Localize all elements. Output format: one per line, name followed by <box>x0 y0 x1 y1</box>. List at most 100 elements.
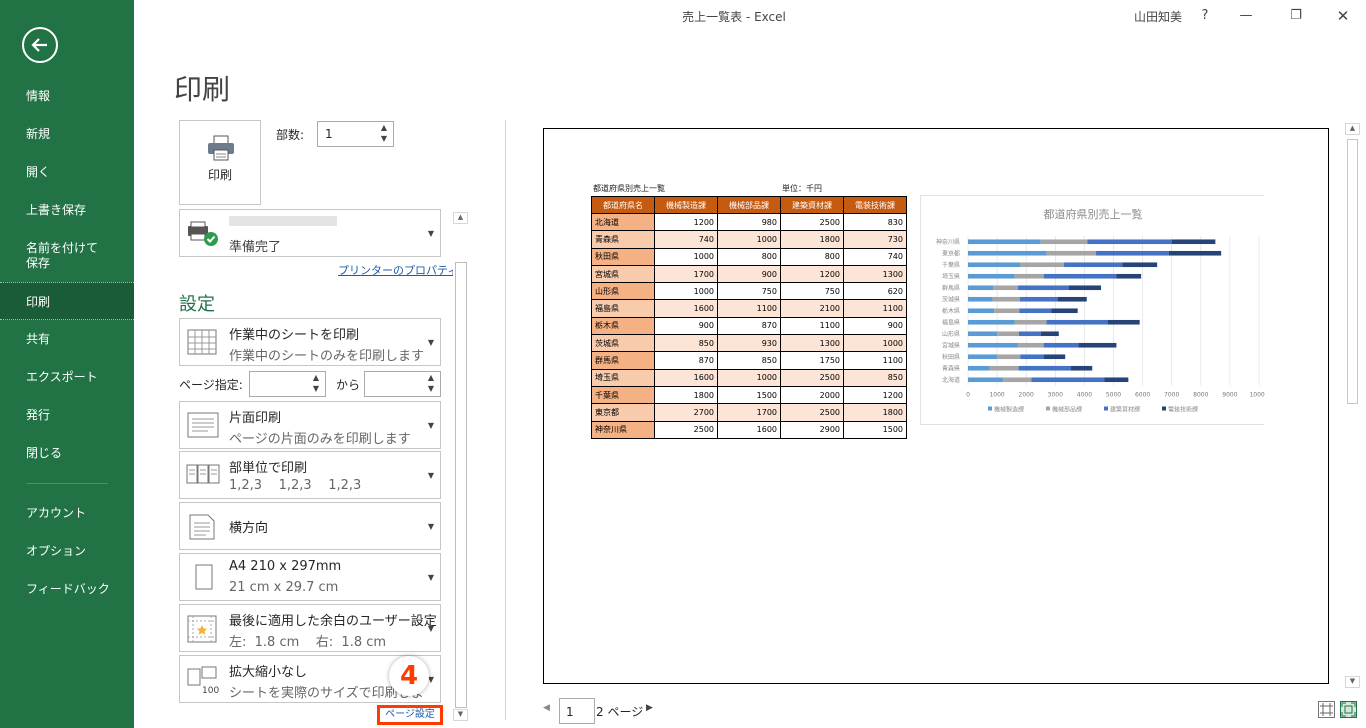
table-header-cell: 電装技術課 <box>843 196 907 214</box>
copies-spinner[interactable]: 1 ▲ ▼ <box>317 121 394 147</box>
printer-properties-link[interactable]: プリンターのプロパティ <box>338 262 458 278</box>
y-tick-label: 茨城県 <box>942 295 960 303</box>
page-setup-link[interactable]: ページ設定 <box>377 705 443 725</box>
scroll-thumb[interactable] <box>455 262 467 708</box>
printer-select[interactable]: 準備完了 ▼ <box>179 209 441 257</box>
nav-feedback[interactable]: フィードバック <box>0 570 134 608</box>
prefecture-cell: 山形県 <box>591 282 655 301</box>
value-cell: 1200 <box>654 212 718 232</box>
minimize-icon[interactable]: — <box>1229 4 1263 28</box>
prefecture-cell: 茨城県 <box>591 334 655 353</box>
nav-new[interactable]: 新規 <box>0 115 134 153</box>
settings-scrollbar[interactable]: ▲ ▼ <box>453 212 468 721</box>
spin-up-icon[interactable]: ▲ <box>311 373 321 383</box>
nav-info[interactable]: 情報 <box>0 77 134 115</box>
nav-save[interactable]: 上書き保存 <box>0 191 134 229</box>
scroll-up-icon[interactable]: ▲ <box>1345 123 1360 135</box>
orientation-select[interactable]: 横方向 ▼ <box>179 502 441 550</box>
prefecture-cell: 北海道 <box>591 212 655 232</box>
zoom-to-page-icon[interactable] <box>1340 701 1357 718</box>
nav-close[interactable]: 閉じる <box>0 434 134 472</box>
close-icon[interactable]: ✕ <box>1326 4 1360 28</box>
nav-publish[interactable]: 発行 <box>0 396 134 434</box>
spin-down-icon[interactable]: ▼ <box>379 134 389 144</box>
chevron-down-icon: ▼ <box>427 338 434 347</box>
chevron-down-icon: ▼ <box>427 522 434 531</box>
spin-down-icon[interactable]: ▼ <box>311 384 321 394</box>
nav-save-as[interactable]: 名前を付けて 保存 <box>0 236 134 276</box>
table-header-cell: 都道府県名 <box>591 196 655 214</box>
value-cell: 800 <box>780 247 844 266</box>
paper-size-select[interactable]: A4 210 x 297mm 21 cm x 29.7 cm ▼ <box>179 553 441 601</box>
print-button-label: 印刷 <box>207 168 232 182</box>
show-margins-icon[interactable] <box>1318 701 1335 718</box>
scroll-thumb[interactable] <box>1347 139 1358 404</box>
collation-select[interactable]: 部単位で印刷 1,2,3 1,2,3 1,2,3 ▼ <box>179 451 441 499</box>
bar-segment <box>1122 262 1158 268</box>
bar-segment <box>1031 377 1105 383</box>
x-tick-label: 5000 <box>1106 392 1121 399</box>
nav-open[interactable]: 開く <box>0 153 134 191</box>
collation-title: 部単位で印刷 <box>229 461 308 476</box>
value-cell: 2500 <box>780 368 844 387</box>
prefecture-cell: 埼玉県 <box>591 368 655 387</box>
restore-icon[interactable]: ❐ <box>1279 4 1313 28</box>
x-tick-label: 3000 <box>1048 392 1063 399</box>
nav-export[interactable]: エクスポート <box>0 358 134 396</box>
settings-heading: 設定 <box>179 294 215 315</box>
user-name[interactable]: 山田知美 <box>1134 8 1182 25</box>
next-page-icon[interactable]: ▶ <box>646 703 653 713</box>
value-cell: 980 <box>717 212 781 232</box>
margins-sub: 左: 1.8 cm 右: 1.8 cm <box>229 635 387 650</box>
nav-print[interactable]: 印刷 <box>0 282 134 320</box>
nav-share[interactable]: 共有 <box>0 320 134 358</box>
back-arrow-icon[interactable] <box>22 27 58 63</box>
bar-segment <box>968 250 1047 256</box>
y-tick-label: 東京都 <box>942 249 960 257</box>
bar-segment <box>1057 296 1087 302</box>
spin-up-icon[interactable]: ▲ <box>379 123 389 133</box>
print-what-select[interactable]: 作業中のシートを印刷 作業中のシートのみを印刷します ▼ <box>179 318 441 366</box>
sides-select[interactable]: 片面印刷 ページの片面のみを印刷します ▼ <box>179 401 441 449</box>
x-tick-label: 2000 <box>1019 392 1034 399</box>
bar-segment <box>1043 273 1117 279</box>
bar-segment <box>1018 365 1072 371</box>
y-tick-label: 群馬県 <box>942 284 960 292</box>
value-cell: 930 <box>717 334 781 353</box>
bar-segment <box>968 331 998 337</box>
spin-up-icon[interactable]: ▲ <box>426 373 436 383</box>
margins-select[interactable]: 最後に適用した余白のユーザー設定 左: 1.8 cm 右: 1.8 cm ▼ <box>179 604 441 652</box>
preview-scrollbar[interactable]: ▲ ▼ <box>1345 123 1360 688</box>
value-cell: 2000 <box>780 385 844 405</box>
bar-segment <box>968 273 1015 279</box>
value-cell: 800 <box>717 247 781 266</box>
nav-account[interactable]: アカウント <box>0 494 134 532</box>
legend-label: 機械部品課 <box>1052 406 1082 414</box>
scroll-up-icon[interactable]: ▲ <box>453 212 468 224</box>
prefecture-cell: 福島県 <box>591 299 655 318</box>
scroll-down-icon[interactable]: ▼ <box>453 709 468 721</box>
bar-segment <box>1014 273 1044 279</box>
help-button[interactable]: ? <box>1188 4 1222 28</box>
page-number-input[interactable]: 1 <box>559 698 595 724</box>
value-cell: 1100 <box>717 299 781 318</box>
bar-segment <box>1043 354 1066 360</box>
table-row: 群馬県 870 850 1750 1100 <box>591 351 907 370</box>
page-to-spinner[interactable]: ▲ ▼ <box>364 371 441 397</box>
scroll-down-icon[interactable]: ▼ <box>1345 676 1360 688</box>
spin-down-icon[interactable]: ▼ <box>426 384 436 394</box>
page-from-spinner[interactable]: ▲ ▼ <box>249 371 326 397</box>
prefecture-cell: 群馬県 <box>591 351 655 370</box>
prev-page-icon[interactable]: ◀ <box>543 703 550 713</box>
value-cell: 850 <box>717 351 781 370</box>
bar-segment <box>1051 308 1078 314</box>
legend-swatch <box>1046 406 1050 411</box>
bar-segment <box>1078 342 1117 348</box>
collated-icon <box>186 464 220 484</box>
bar-segment <box>1040 331 1059 337</box>
print-button[interactable]: 印刷 <box>179 120 261 205</box>
y-tick-label: 宮城県 <box>942 341 960 349</box>
table-row: 東京都 2700 1700 2500 1800 <box>591 403 907 422</box>
excel-backstage: 情報 新規 開く 上書き保存 名前を付けて 保存 印刷 共有 エクスポート 発行… <box>0 0 1366 728</box>
nav-options[interactable]: オプション <box>0 532 134 570</box>
